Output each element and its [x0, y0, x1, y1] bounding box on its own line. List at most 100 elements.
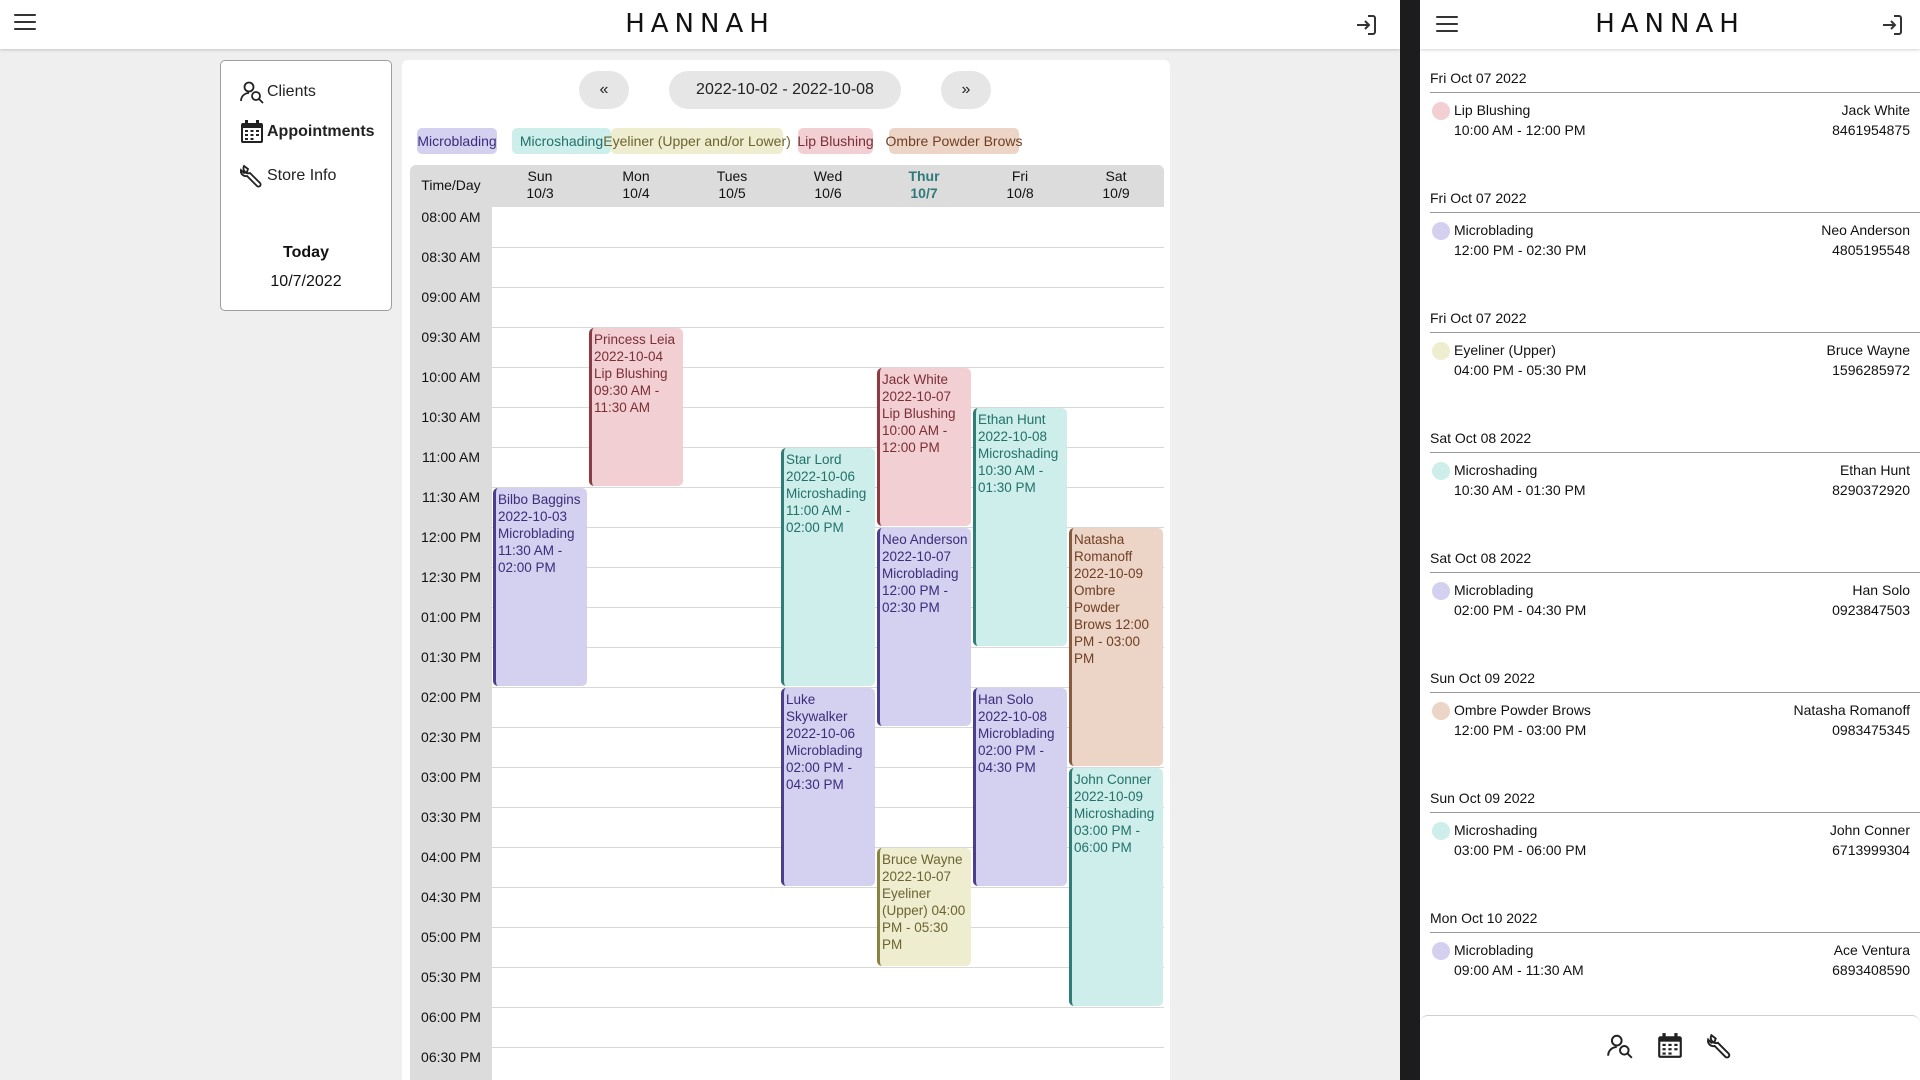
mobile-appointment-card[interactable]: Mon Oct 10 2022 Microblading 09:00 AM - 11…: [1430, 890, 1920, 1010]
appointment-block[interactable]: Bilbo Baggins 2022-10-03 Microblading 11…: [493, 488, 587, 686]
day-header-fri: Fri 10/8: [972, 165, 1068, 207]
divider: [1430, 692, 1920, 693]
appointment-date: Mon Oct 10 2022: [1430, 910, 1538, 926]
divider: [1430, 572, 1920, 573]
appointment-time: 04:00 PM - 05:30 PM: [1454, 362, 1587, 378]
grid-line: [492, 1007, 1164, 1008]
legend-microshading[interactable]: Microshading: [512, 128, 611, 154]
grid-line: [492, 247, 1164, 248]
mobile-appointment-card[interactable]: Fri Oct 07 2022 Eyeliner (Upper) 04:00 PM …: [1430, 290, 1920, 410]
appointment-block[interactable]: Bruce Wayne 2022-10-07 Eyeliner (Upper) …: [877, 848, 971, 966]
service-color-dot: [1432, 222, 1450, 240]
today-label: Today: [283, 244, 329, 261]
time-slot-label: 09:30 AM: [421, 329, 481, 345]
day-header-tues: Tues 10/5: [684, 165, 780, 207]
appointment-date: Sun Oct 09 2022: [1430, 790, 1536, 806]
mobile-appointment-card[interactable]: Fri Oct 07 2022 Microblading 12:00 PM - 02…: [1430, 170, 1920, 290]
divider: [1430, 92, 1920, 93]
day-header-mon: Mon 10/4: [588, 165, 684, 207]
appointment-block[interactable]: Natasha Romanoff 2022-10-09 Ombre Powder…: [1069, 528, 1163, 766]
day-date: 10/6: [814, 185, 842, 201]
appointment-block[interactable]: Princess Leia 2022-10-04 Lip Blushing 09…: [589, 328, 683, 486]
client-phone: 8290372920: [1832, 482, 1910, 498]
service-name: Microshading: [1454, 462, 1538, 478]
day-name: Tues: [716, 168, 748, 184]
time-slot-label: 02:30 PM: [421, 729, 481, 745]
mobile-wrench-icon[interactable]: [1706, 1032, 1734, 1060]
time-slot-label: 06:00 PM: [421, 1009, 481, 1025]
service-name: Eyeliner (Upper): [1454, 342, 1556, 358]
service-name: Lip Blushing: [1454, 102, 1531, 118]
appointment-time: 12:00 PM - 03:00 PM: [1454, 722, 1587, 738]
nav-appointments[interactable]: Appointments: [239, 117, 375, 147]
time-slot-label: 02:00 PM: [421, 689, 481, 705]
appointment-time: 09:00 AM - 11:30 AM: [1454, 962, 1584, 978]
mobile-appointment-card[interactable]: Fri Oct 07 2022 Lip Blushing 10:00 AM - 12…: [1430, 50, 1920, 170]
nav-clients-label: Clients: [267, 83, 316, 100]
time-slot-label: 11:30 AM: [421, 489, 481, 505]
service-color-dot: [1432, 342, 1450, 360]
top-bar: HANNAH: [0, 0, 1400, 49]
legend-ombre-powder-brows[interactable]: Ombre Powder Brows: [886, 128, 1022, 154]
appointment-block[interactable]: Star Lord 2022-10-06 Microshading 11:00 …: [781, 448, 875, 686]
mobile-appointment-card[interactable]: Sat Oct 08 2022 Microshading 10:30 AM - 01…: [1430, 410, 1920, 530]
day-header-sat: Sat 10/9: [1068, 165, 1164, 207]
appointment-block[interactable]: Han Solo 2022-10-08 Microblading 02:00 P…: [973, 688, 1067, 886]
appointment-block[interactable]: Luke Skywalker 2022-10-06 Microblading 0…: [781, 688, 875, 886]
nav-clients[interactable]: Clients: [239, 77, 316, 107]
mobile-appointment-card[interactable]: Sun Oct 09 2022 Microshading 03:00 PM - 06…: [1430, 770, 1920, 890]
mobile-appointment-card[interactable]: Sun Oct 09 2022 Ombre Powder Brows 12:00 P…: [1430, 650, 1920, 770]
day-name: Thur: [908, 168, 940, 184]
time-day-header: Time/Day: [421, 177, 481, 193]
appointment-date: Fri Oct 07 2022: [1430, 70, 1527, 86]
grid-line: [492, 287, 1164, 288]
client-phone: 6713999304: [1832, 842, 1910, 858]
date-range-display[interactable]: 2022-10-02 - 2022-10-08: [669, 71, 901, 109]
day-header-sun: Sun 10/3: [492, 165, 588, 207]
legend-microblading[interactable]: Microblading: [417, 128, 497, 154]
legend-eyeliner-upper-and-or-lower[interactable]: Eyeliner (Upper and/or Lower): [603, 128, 791, 154]
client-name: John Conner: [1829, 822, 1910, 838]
mobile-logout-icon[interactable]: [1880, 13, 1904, 37]
mobile-view: HANNAH Fri Oct 07 2022 Lip Blushing 10:00 …: [1420, 0, 1920, 1080]
legend-lip-blushing[interactable]: Lip Blushing: [797, 128, 874, 154]
day-date: 10/5: [718, 185, 746, 201]
calendar-panel: « 2022-10-02 - 2022-10-08 » Microblading…: [402, 60, 1170, 1080]
wrench-icon: [240, 164, 262, 188]
day-date: 10/9: [1102, 185, 1130, 201]
day-date: 10/8: [1006, 185, 1034, 201]
service-color-dot: [1432, 822, 1450, 840]
today-date: 10/7/2022: [270, 273, 342, 290]
appointment-block[interactable]: Ethan Hunt 2022-10-08 Microshading 10:30…: [973, 408, 1067, 646]
appointment-block[interactable]: Jack White 2022-10-07 Lip Blushing 10:00…: [877, 368, 971, 526]
appointment-time: 10:30 AM - 01:30 PM: [1454, 482, 1586, 498]
mobile-appointment-card[interactable]: Sat Oct 08 2022 Microblading 02:00 PM - 04…: [1430, 530, 1920, 650]
client-name: Neo Anderson: [1821, 222, 1910, 238]
day-date: 10/4: [622, 185, 650, 201]
time-slot-label: 03:00 PM: [421, 769, 481, 785]
divider: [1430, 452, 1920, 453]
nav-store-info[interactable]: Store Info: [239, 161, 336, 191]
desktop-view: HANNAH Clients Appointments Store Info T…: [0, 0, 1400, 1080]
appointment-block[interactable]: Neo Anderson 2022-10-07 Microblading 12:…: [877, 528, 971, 726]
time-slot-label: 09:00 AM: [421, 289, 481, 305]
logout-icon[interactable]: [1354, 13, 1378, 37]
prev-week-button[interactable]: «: [579, 71, 629, 109]
mobile-clients-icon[interactable]: [1606, 1032, 1634, 1060]
nav-store-info-label: Store Info: [267, 167, 337, 184]
mobile-bottom-nav: [1420, 1015, 1920, 1080]
mobile-brand-logo: HANNAH: [1595, 9, 1745, 39]
mobile-appointment-list: Fri Oct 07 2022 Lip Blushing 10:00 AM - 12…: [1430, 50, 1920, 1010]
time-slot-label: 04:30 PM: [421, 889, 481, 905]
client-name: Bruce Wayne: [1826, 342, 1910, 358]
client-name: Jack White: [1841, 102, 1910, 118]
mobile-calendar-icon[interactable]: [1656, 1032, 1684, 1060]
time-slot-label: 04:00 PM: [421, 849, 481, 865]
appointment-block[interactable]: John Conner 2022-10-09 Microshading 03:0…: [1069, 768, 1163, 1006]
calendar-icon: [241, 120, 263, 143]
appointment-time: 02:00 PM - 04:30 PM: [1454, 602, 1587, 618]
appointment-time: 03:00 PM - 06:00 PM: [1454, 842, 1587, 858]
time-slot-label: 01:30 PM: [421, 649, 481, 665]
time-slot-label: 05:30 PM: [421, 969, 481, 985]
next-week-button[interactable]: »: [941, 71, 991, 109]
